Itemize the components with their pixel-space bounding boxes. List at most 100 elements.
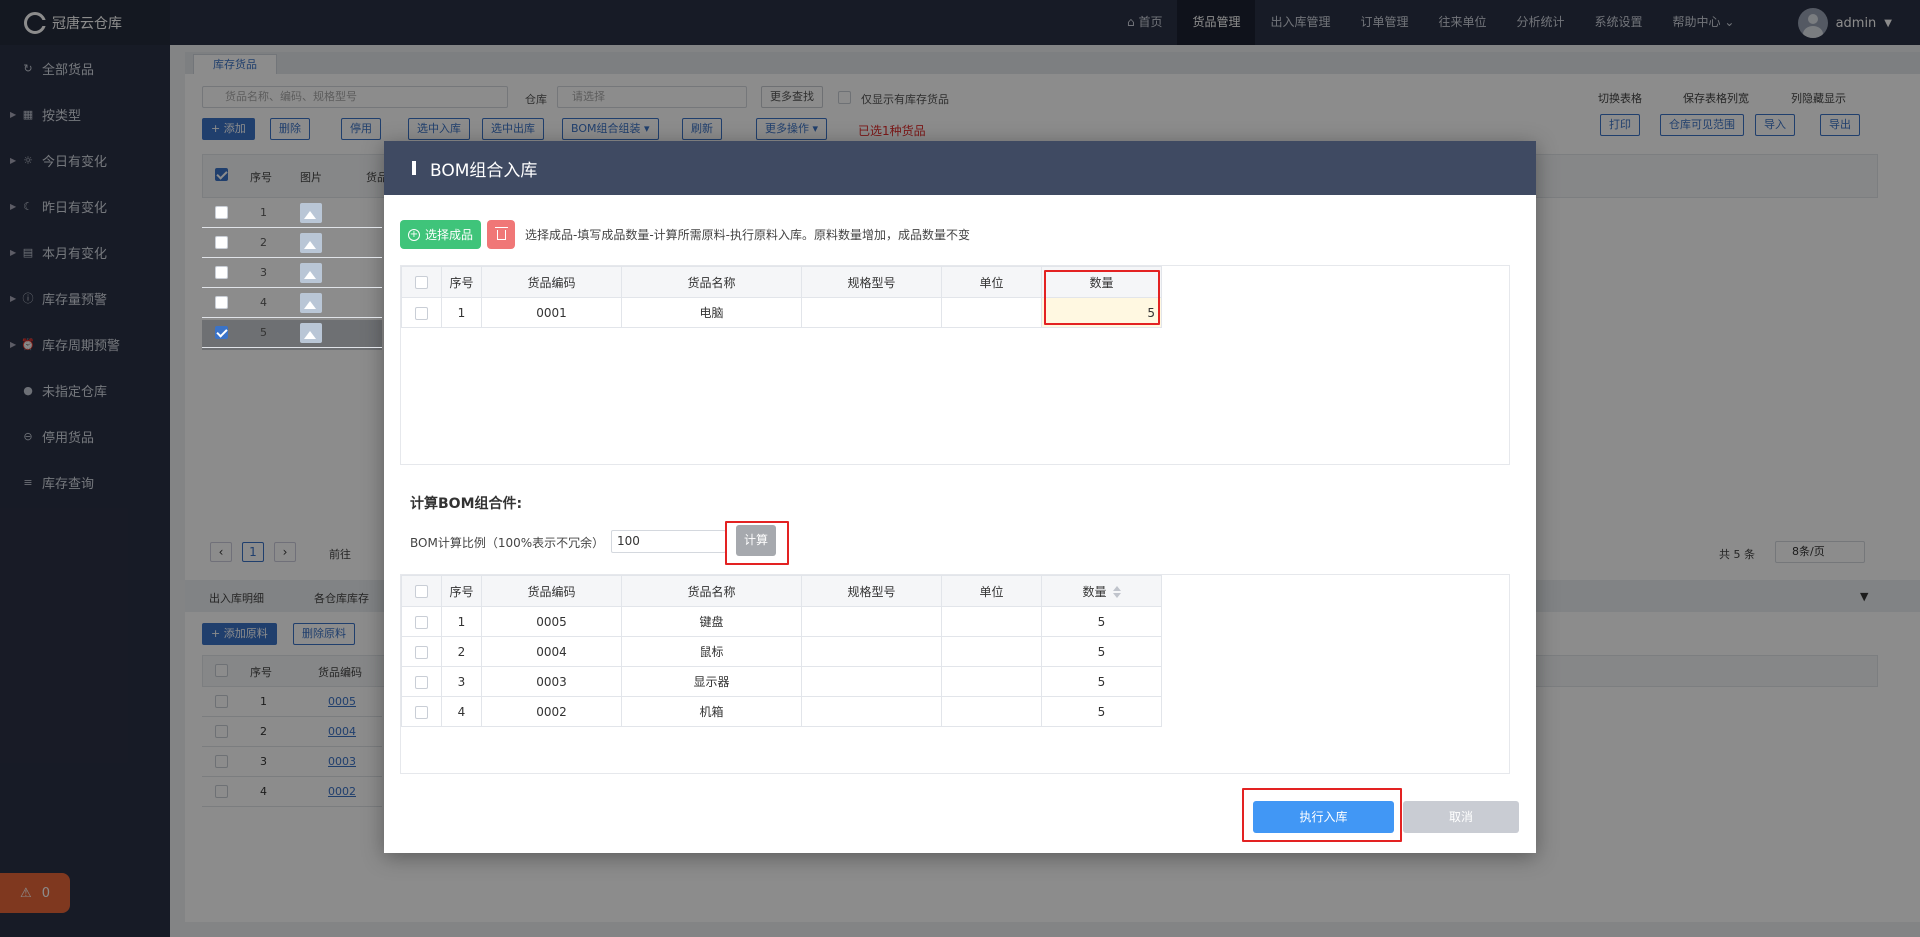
materials-select-all-checkbox[interactable] [415,585,428,598]
row-number: 3 [260,266,267,279]
image-placeholder-icon [300,233,322,253]
col-name: 货品名称 [621,266,802,298]
row-select-cell[interactable] [401,666,442,697]
mcol-spec: 规格型号 [801,575,942,607]
bg-table-row[interactable]: 5 [202,318,382,348]
bom-modal: BOM组合入库 + 选择成品 选择成品-填写成品数量-计算所需原料-执行原料入库… [384,141,1536,853]
cell-no: 2 [441,636,482,667]
cell-unit [941,666,1042,697]
table-row[interactable]: 3 0003 显示器 5 [401,666,1162,697]
row-checkbox[interactable] [215,266,228,279]
row-checkbox[interactable] [215,206,228,219]
row-checkbox[interactable] [415,306,428,320]
cell-unit [941,636,1042,667]
cell-unit [941,606,1042,637]
row-select-cell[interactable] [401,297,442,328]
plus-circle-icon: + [408,228,420,241]
calc-ratio-label: BOM计算比例（100%表示不冗余） [410,536,605,550]
image-placeholder-icon [300,323,322,343]
bg-table-row[interactable]: 3 [202,258,382,288]
image-placeholder-icon [300,203,322,223]
delete-product-button[interactable] [487,220,516,249]
row-number: 4 [260,296,267,309]
cell-qty: 5 [1041,666,1162,697]
instruction-hint: 选择成品-填写成品数量-计算所需原料-执行原料入库。原料数量增加，成品数量不变 [525,228,971,242]
cell-code: 0001 [481,297,622,328]
row-select-cell[interactable] [401,636,442,667]
cell-no: 4 [441,696,482,727]
materials-panel: 序号 货品编码 货品名称 规格型号 单位 数量 1 0005 键盘 5 2 0004 鼠标 5… [400,574,1510,774]
cell-qty: 5 [1041,636,1162,667]
product-select-all-checkbox[interactable] [415,276,428,289]
calc-title: 计算BOM组合件: [410,496,523,512]
title-bar-icon [412,161,416,175]
calc-ratio-input[interactable]: 100 [611,530,726,553]
cell-qty: 5 [1041,606,1162,637]
row-checkbox[interactable] [415,615,428,629]
row-checkbox[interactable] [415,675,428,689]
cell-name: 电脑 [621,297,802,328]
cell-name: 显示器 [621,666,802,697]
mcol-no: 序号 [441,575,482,607]
select-product-button[interactable]: + 选择成品 [400,220,482,249]
col-no: 序号 [441,266,482,298]
execute-highlight-box [1242,788,1402,842]
cell-name: 机箱 [621,696,802,727]
table-row[interactable]: 4 0002 机箱 5 [401,696,1162,727]
row-checkbox[interactable] [415,705,428,719]
cell-code: 0005 [481,606,622,637]
cell-code: 0004 [481,636,622,667]
row-checkbox[interactable] [215,296,228,309]
cancel-button[interactable]: 取消 [1403,801,1519,833]
cell-no: 1 [441,297,482,328]
cell-qty: 5 [1041,696,1162,727]
modal-header: BOM组合入库 [384,141,1536,195]
cell-spec [801,696,942,727]
mcol-name: 货品名称 [621,575,802,607]
sort-icon[interactable] [1112,586,1121,598]
materials-select-all-cell[interactable] [401,575,442,607]
cell-name: 键盘 [621,606,802,637]
cell-unit [941,696,1042,727]
table-row[interactable]: 2 0004 鼠标 5 [401,636,1162,667]
row-select-cell[interactable] [401,696,442,727]
row-checkbox[interactable] [415,645,428,659]
qty-highlight-box [1044,270,1160,325]
select-product-label: 选择成品 [425,228,474,242]
bg-table-row[interactable]: 1 [202,198,382,228]
modal-toolbar: + 选择成品 选择成品-填写成品数量-计算所需原料-执行原料入库。原料数量增加，… [400,220,970,249]
cell-unit [941,297,1042,328]
cell-no: 3 [441,666,482,697]
col-spec: 规格型号 [801,266,942,298]
calc-highlight-box [725,521,789,565]
table-row[interactable]: 1 0005 键盘 5 [401,606,1162,637]
row-checkbox[interactable] [215,326,228,339]
bg-table-row[interactable]: 4 [202,288,382,318]
col-code: 货品编码 [481,266,622,298]
row-select-cell[interactable] [401,606,442,637]
mcol-qty-header[interactable]: 数量 [1041,575,1162,607]
trash-icon [494,226,508,240]
materials-header-row: 序号 货品编码 货品名称 规格型号 单位 数量 [401,575,1162,607]
cell-spec [801,606,942,637]
cell-spec [801,636,942,667]
row-number: 1 [260,206,267,219]
cell-spec [801,297,942,328]
mcol-code: 货品编码 [481,575,622,607]
cell-code: 0002 [481,696,622,727]
col-unit: 单位 [941,266,1042,298]
image-placeholder-icon [300,263,322,283]
row-number: 5 [260,326,267,339]
cell-name: 鼠标 [621,636,802,667]
mcol-qty: 数量 [1082,584,1107,599]
row-checkbox[interactable] [215,236,228,249]
materials-table: 序号 货品编码 货品名称 规格型号 单位 数量 1 0005 键盘 5 2 0004 鼠标 5… [401,575,1162,727]
mcol-unit: 单位 [941,575,1042,607]
product-select-all-cell[interactable] [401,266,442,298]
row-number: 2 [260,236,267,249]
modal-title: BOM组合入库 [430,160,538,181]
cell-code: 0003 [481,666,622,697]
bg-table-row[interactable]: 2 [202,228,382,258]
cell-no: 1 [441,606,482,637]
cell-spec [801,666,942,697]
